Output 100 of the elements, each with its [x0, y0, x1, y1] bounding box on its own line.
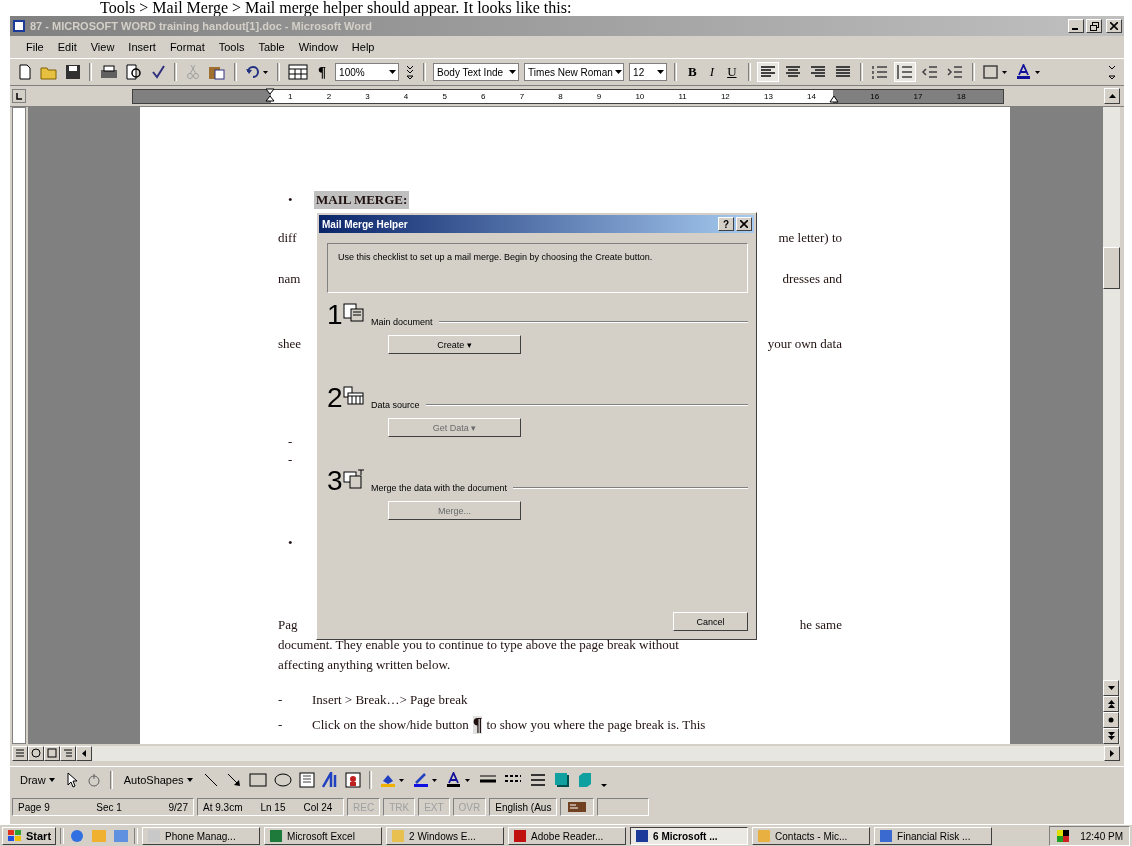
- draw-menu-button[interactable]: Draw: [16, 774, 59, 786]
- rectangle-icon[interactable]: [247, 771, 268, 789]
- flag-icon[interactable]: [1056, 829, 1071, 843]
- new-document-icon[interactable]: [16, 63, 34, 81]
- menu-item[interactable]: Insert: [122, 39, 162, 55]
- taskbar-button[interactable]: 6 Microsoft ...: [630, 827, 749, 845]
- text-fragment: dresses and: [782, 270, 842, 288]
- menu-item[interactable]: Table: [252, 39, 291, 55]
- line-color-icon[interactable]: [411, 771, 440, 789]
- font-color-icon[interactable]: [1014, 63, 1043, 81]
- dialog-title: Mail Merge Helper: [322, 218, 408, 230]
- ruler-number: 16: [870, 91, 880, 101]
- scroll-down-button[interactable]: [1103, 680, 1119, 696]
- help-button[interactable]: ?: [718, 217, 734, 231]
- list-item-text: Click on the show/hide button: [312, 716, 469, 734]
- caret-icon: [509, 70, 517, 74]
- ruler-number: 3: [365, 91, 370, 101]
- next-page-button[interactable]: [1103, 728, 1119, 744]
- scroll-thumb[interactable]: [1103, 247, 1120, 289]
- text-fragment: me letter) to: [778, 229, 842, 247]
- previous-page-button[interactable]: [1103, 696, 1119, 712]
- shadow-icon[interactable]: [552, 771, 571, 789]
- font-color-icon[interactable]: [444, 771, 473, 789]
- minimize-button[interactable]: [1068, 19, 1084, 33]
- spelling-check-icon[interactable]: [149, 63, 167, 81]
- close-button[interactable]: [736, 217, 752, 231]
- wordart-icon[interactable]: [320, 771, 339, 789]
- restore-button[interactable]: [1086, 19, 1102, 33]
- magnifier-page-icon[interactable]: [124, 63, 144, 81]
- app-icon: [513, 829, 528, 843]
- ruler-number: 6: [481, 91, 486, 101]
- format-button[interactable]: U: [723, 64, 741, 80]
- clip-art-icon[interactable]: [343, 771, 362, 789]
- ruler-number: 14: [807, 91, 816, 101]
- printer-icon[interactable]: [99, 63, 119, 81]
- right-arrow-icon: [1110, 749, 1114, 757]
- down-arrow-icon: [1107, 686, 1115, 690]
- numbered-list-icon[interactable]: [869, 63, 890, 81]
- bulleted-list-icon[interactable]: [894, 63, 915, 81]
- format-button[interactable]: B: [684, 64, 701, 80]
- menu-item[interactable]: File: [20, 39, 50, 55]
- print-view-button[interactable]: [44, 745, 60, 761]
- style-dropdown[interactable]: Body Text Inde: [433, 63, 520, 81]
- taskbar-button[interactable]: Financial Risk ...: [874, 827, 993, 845]
- table-icon[interactable]: [287, 63, 309, 81]
- left-arrow-icon: [82, 749, 86, 757]
- oval-icon[interactable]: [272, 771, 293, 789]
- autoshapes-menu-button[interactable]: AutoShapes: [119, 774, 197, 786]
- style-value: Body Text Inde: [437, 66, 504, 78]
- app-icon: [635, 829, 650, 843]
- show-hide-button[interactable]: ¶: [314, 63, 331, 81]
- tab-selector-icon[interactable]: [12, 89, 26, 103]
- double-down-arrow-icon: [1107, 732, 1115, 740]
- normal-view-button[interactable]: [12, 745, 28, 761]
- spelling-status-icon[interactable]: [566, 801, 589, 813]
- menu-item[interactable]: Format: [163, 39, 211, 55]
- font-dropdown[interactable]: Times New Roman: [524, 63, 625, 81]
- caret-icon: [186, 778, 193, 782]
- border-icon[interactable]: [981, 63, 1010, 81]
- undo-icon[interactable]: [244, 63, 270, 81]
- font-size-dropdown[interactable]: 12: [629, 63, 668, 81]
- taskbar-button[interactable]: Microsoft Excel: [264, 827, 383, 845]
- step-button[interactable]: Create ▾: [388, 335, 521, 354]
- scroll-left-button[interactable]: [76, 745, 92, 761]
- scroll-right-button[interactable]: [1104, 745, 1120, 761]
- close-button[interactable]: [1106, 19, 1122, 33]
- browse-object-button[interactable]: [1103, 712, 1119, 728]
- caret-icon: [389, 70, 397, 74]
- step-number: 3: [327, 467, 343, 495]
- outline-view-button[interactable]: [60, 745, 76, 761]
- indent-marker-icon[interactable]: [829, 94, 839, 103]
- taskbar-button[interactable]: 2 Windows E...: [386, 827, 505, 845]
- menu-item[interactable]: Edit: [51, 39, 83, 55]
- indent-marker-icon[interactable]: [265, 87, 275, 102]
- cancel-button[interactable]: Cancel: [673, 612, 748, 631]
- start-button[interactable]: Start: [2, 827, 57, 845]
- ruler-number: 13: [763, 91, 773, 101]
- web-view-button[interactable]: [28, 745, 44, 761]
- taskbar-button[interactable]: Phone Manag...: [142, 827, 261, 845]
- decrease-indent-icon[interactable]: [919, 63, 940, 81]
- zoom-dropdown[interactable]: 100%: [335, 63, 400, 81]
- menu-item[interactable]: Tools: [212, 39, 251, 55]
- scroll-up-button[interactable]: [1104, 88, 1120, 104]
- increase-indent-icon[interactable]: [944, 63, 965, 81]
- align-left-icon[interactable]: [757, 63, 778, 81]
- text-box-icon[interactable]: [297, 771, 316, 789]
- language-indicator[interactable]: English (Aus: [489, 798, 558, 816]
- windows-logo: [7, 829, 23, 843]
- menu-item[interactable]: Help: [345, 39, 381, 55]
- format-button[interactable]: I: [705, 64, 719, 80]
- taskbar-button[interactable]: Contacts - Mic...: [752, 827, 871, 845]
- list-mark: -: [278, 716, 284, 734]
- toolbar-options-icon[interactable]: [1106, 63, 1118, 81]
- circle-icon: [31, 748, 41, 758]
- taskbar-button[interactable]: Adobe Reader...: [508, 827, 627, 845]
- status-text: Sec 1: [96, 801, 122, 813]
- menu-item[interactable]: Window: [292, 39, 344, 55]
- step-label: Main document: [371, 317, 433, 327]
- menu-item[interactable]: View: [84, 39, 121, 55]
- documents-icon: [343, 303, 365, 323]
